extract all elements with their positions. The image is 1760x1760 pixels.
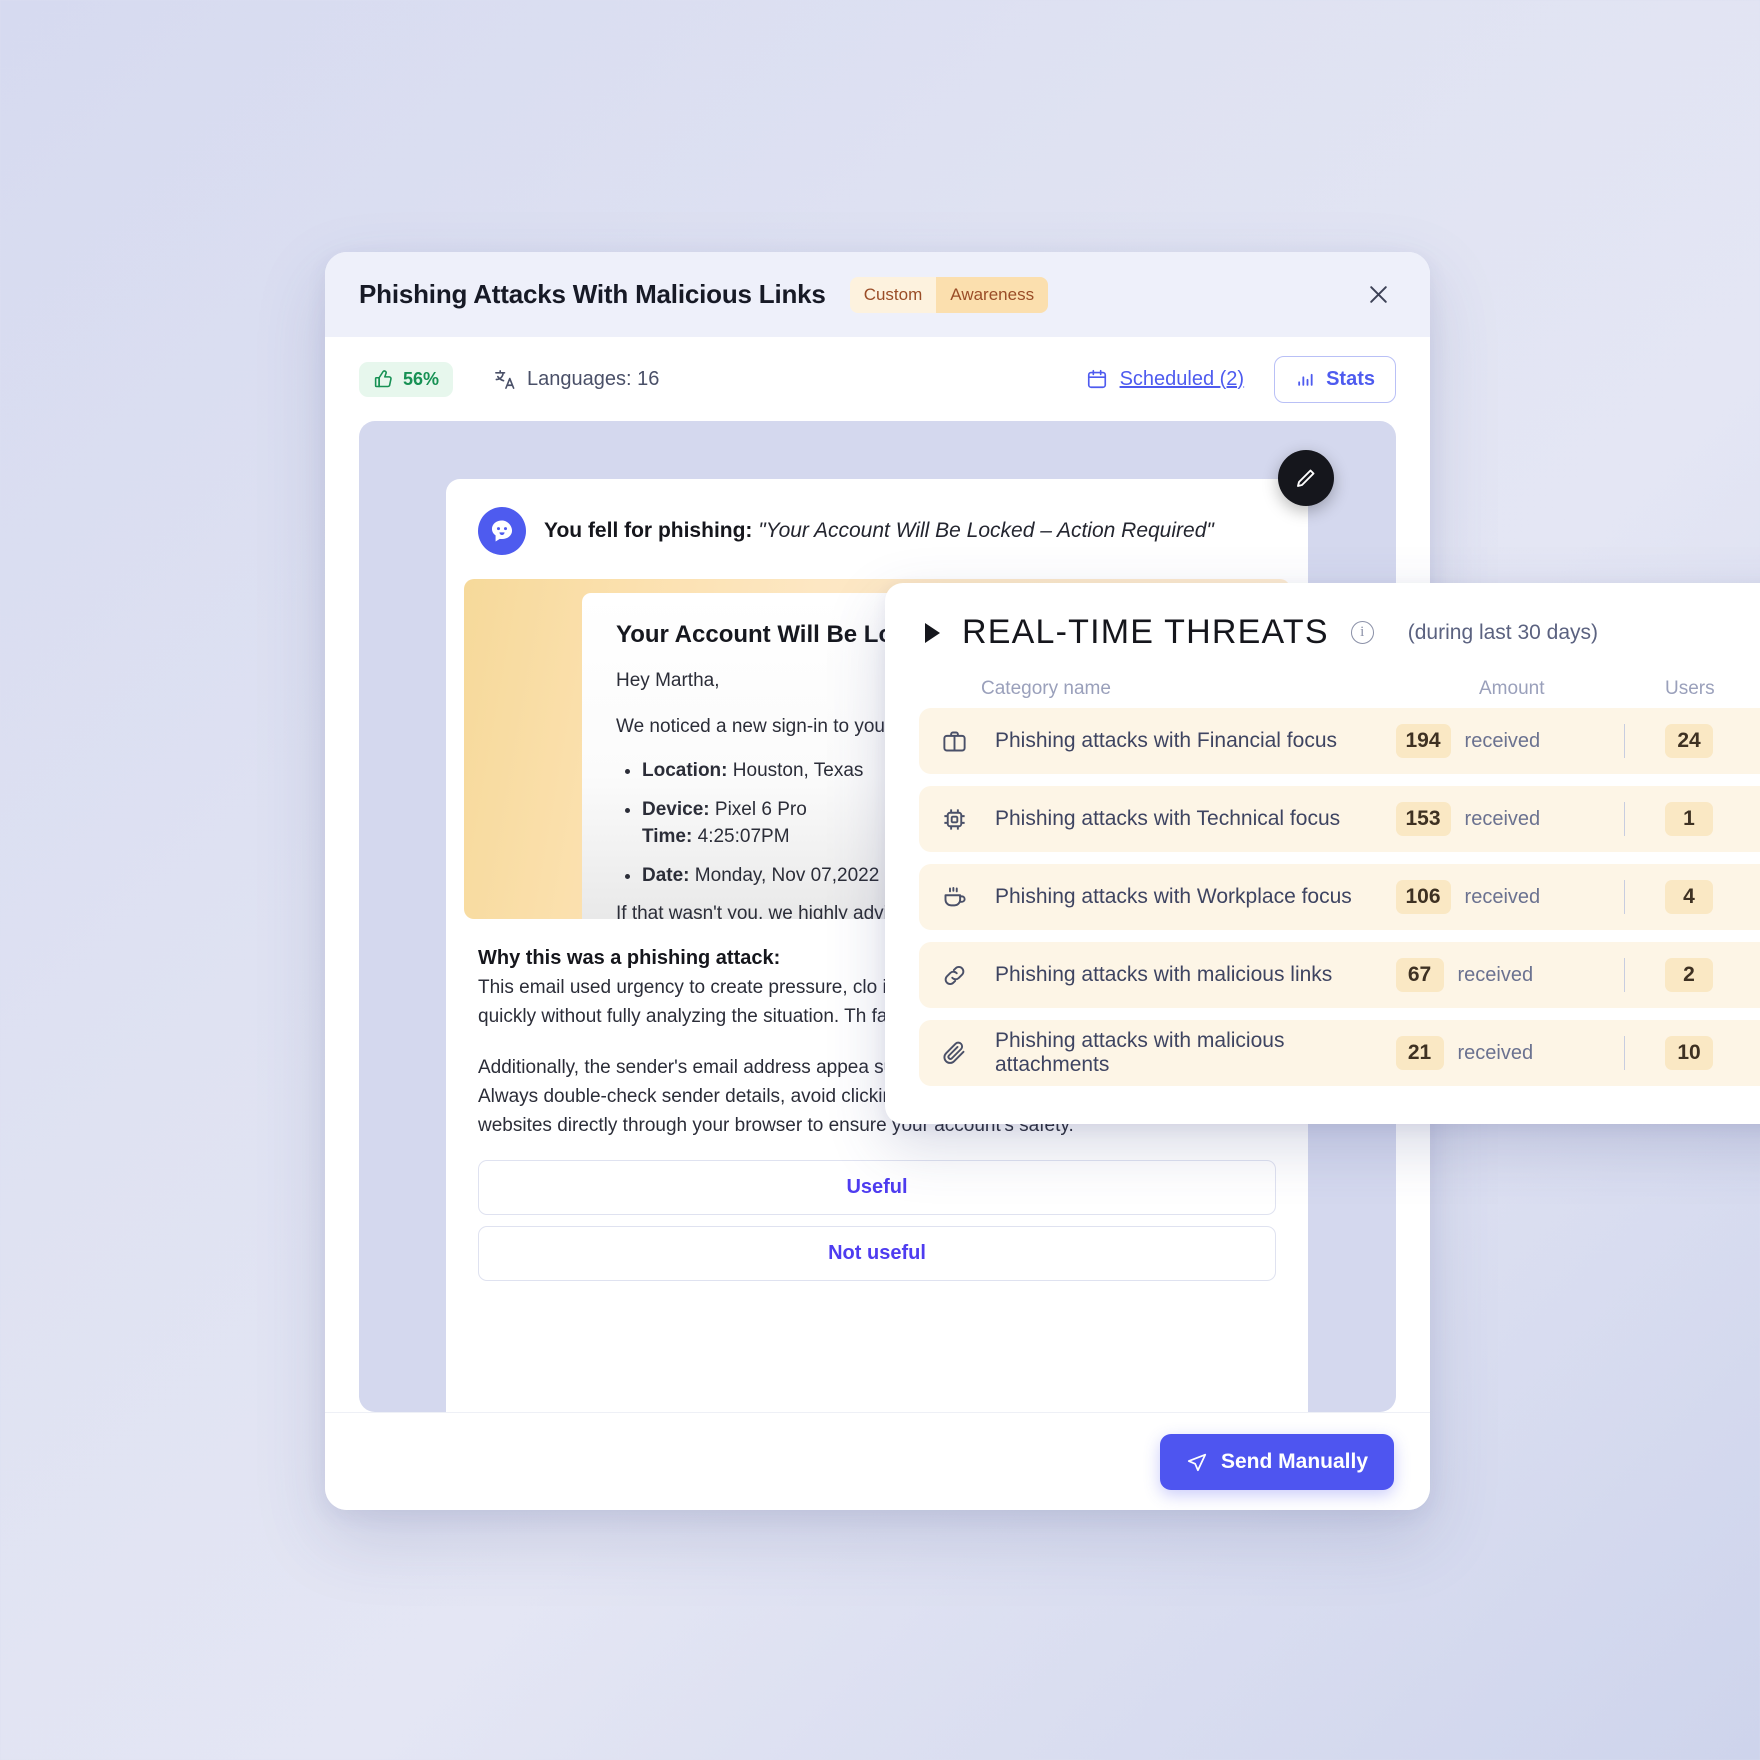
amount-pill: 153 <box>1395 802 1451 836</box>
threat-category-name: Phishing attacks with Financial focus <box>995 729 1337 752</box>
real-time-threats-panel: REAL-TIME THREATS i (during last 30 days… <box>885 583 1760 1124</box>
fell-for-phishing-text: You fell for phishing: "Your Account Wil… <box>544 519 1214 543</box>
amount-pill: 194 <box>1395 724 1451 758</box>
amount-pill: 67 <box>1395 958 1444 992</box>
avatar <box>478 507 526 555</box>
useful-button[interactable]: Useful <box>478 1160 1276 1216</box>
page-title: Phishing Attacks With Malicious Links <box>359 279 826 309</box>
received-label: received <box>1464 807 1541 830</box>
rating-badge: 56% <box>359 361 454 397</box>
expand-caret-icon[interactable] <box>925 622 940 643</box>
feedback-buttons: Useful Not useful <box>446 1140 1308 1282</box>
table-row[interactable]: Phishing attacks with Workplace focus 10… <box>919 864 1760 930</box>
received-label: received <box>1464 885 1541 908</box>
fell-label: You fell for phishing: <box>544 519 753 542</box>
paperclip-icon <box>941 1040 981 1067</box>
chat-face-icon <box>491 520 513 542</box>
fell-for-phishing-row: You fell for phishing: "Your Account Wil… <box>446 479 1308 565</box>
toolbar-actions: Scheduled (2) Stats <box>1086 355 1396 403</box>
threat-amount-cell: 194 received <box>1356 724 1624 758</box>
languages-label: Languages: 16 <box>527 367 660 390</box>
scheduled-link[interactable]: Scheduled (2) <box>1086 367 1245 391</box>
info-icon[interactable]: i <box>1350 621 1374 644</box>
users-pill: 2 <box>1665 958 1713 992</box>
received-label: received <box>1464 729 1541 752</box>
users-pill: 24 <box>1665 724 1713 758</box>
thumbs-up-icon <box>374 369 392 387</box>
threat-amount-cell: 67 received <box>1356 958 1624 992</box>
send-icon <box>1187 1453 1207 1471</box>
modal-footer: Send Manually <box>325 1412 1430 1510</box>
threats-period: (during last 30 days) <box>1407 620 1599 644</box>
detail-label: Time: <box>642 826 693 848</box>
users-pill: 4 <box>1665 880 1713 914</box>
link-icon <box>941 962 981 989</box>
users-pill: 1 <box>1665 802 1713 836</box>
rating-value: 56% <box>403 368 440 389</box>
threat-amount-cell: 153 received <box>1356 802 1624 836</box>
threat-category-name: Phishing attacks with Workplace focus <box>995 885 1352 908</box>
coffee-icon <box>941 884 981 911</box>
tag-awareness: Awareness <box>936 276 1049 313</box>
detail-label: Date: <box>642 864 690 886</box>
modal-header: Phishing Attacks With Malicious Links Cu… <box>325 252 1430 337</box>
detail-label: Device: <box>642 798 710 820</box>
tag-group: Custom Awareness <box>849 276 1049 313</box>
cpu-icon <box>941 806 981 833</box>
threat-users-cell: 2 <box>1625 958 1760 992</box>
translate-icon <box>495 369 515 389</box>
threat-amount-cell: 21 received <box>1356 1036 1624 1070</box>
column-header-amount: Amount <box>1479 678 1545 699</box>
threats-title: REAL-TIME THREATS <box>962 613 1329 651</box>
detail-value: Monday, Nov 07,2022 <box>694 864 880 886</box>
table-row[interactable]: Phishing attacks with Technical focus 15… <box>919 786 1760 852</box>
not-useful-button[interactable]: Not useful <box>478 1226 1276 1282</box>
pencil-icon <box>1297 469 1315 487</box>
detail-value: Houston, Texas <box>732 760 864 781</box>
edit-button[interactable] <box>1278 450 1334 506</box>
table-row[interactable]: Phishing attacks with malicious links 67… <box>919 942 1760 1008</box>
received-label: received <box>1457 1041 1534 1064</box>
column-header-users: Users <box>1665 678 1715 699</box>
threats-column-headers: Category name Amount Users <box>885 652 1760 708</box>
threat-users-cell: 24 <box>1625 724 1760 758</box>
stats-label: Stats <box>1326 367 1375 390</box>
scheduled-label: Scheduled (2) <box>1119 367 1245 390</box>
close-icon <box>1369 286 1387 303</box>
briefcase-icon <box>941 728 981 755</box>
modal-toolbar: 56% Languages: 16 Scheduled (2) Stats <box>325 337 1430 421</box>
column-header-category: Category name <box>981 678 1111 699</box>
tag-custom: Custom <box>849 276 937 313</box>
table-row[interactable]: Phishing attacks with malicious attachme… <box>919 1020 1760 1086</box>
threats-header: REAL-TIME THREATS i (during last 30 days… <box>885 613 1760 652</box>
threat-category-name: Phishing attacks with Technical focus <box>995 807 1341 830</box>
calendar-icon <box>1087 369 1106 389</box>
send-manually-label: Send Manually <box>1220 1449 1368 1473</box>
stats-button[interactable]: Stats <box>1274 355 1396 403</box>
close-button[interactable] <box>1360 277 1396 313</box>
threat-users-cell: 4 <box>1625 880 1760 914</box>
detail-value: Pixel 6 Pro <box>714 798 807 820</box>
table-row[interactable]: Phishing attacks with Financial focus 19… <box>919 708 1760 774</box>
threat-users-cell: 1 <box>1625 802 1760 836</box>
amount-pill: 106 <box>1395 880 1451 914</box>
send-manually-button[interactable]: Send Manually <box>1159 1433 1394 1490</box>
threat-category-name: Phishing attacks with malicious attachme… <box>995 1029 1285 1076</box>
detail-label: Location: <box>642 760 728 781</box>
amount-pill: 21 <box>1395 1036 1444 1070</box>
threat-amount-cell: 106 received <box>1356 880 1624 914</box>
detail-value: 4:25:07PM <box>697 826 790 848</box>
bar-chart-icon <box>1298 373 1313 386</box>
received-label: received <box>1457 963 1534 986</box>
users-pill: 10 <box>1665 1036 1713 1070</box>
languages-indicator: Languages: 16 <box>493 368 659 391</box>
threat-users-cell: 10 <box>1625 1036 1760 1070</box>
threat-category-name: Phishing attacks with malicious links <box>995 963 1333 986</box>
fell-subject: "Your Account Will Be Locked – Action Re… <box>758 519 1214 542</box>
